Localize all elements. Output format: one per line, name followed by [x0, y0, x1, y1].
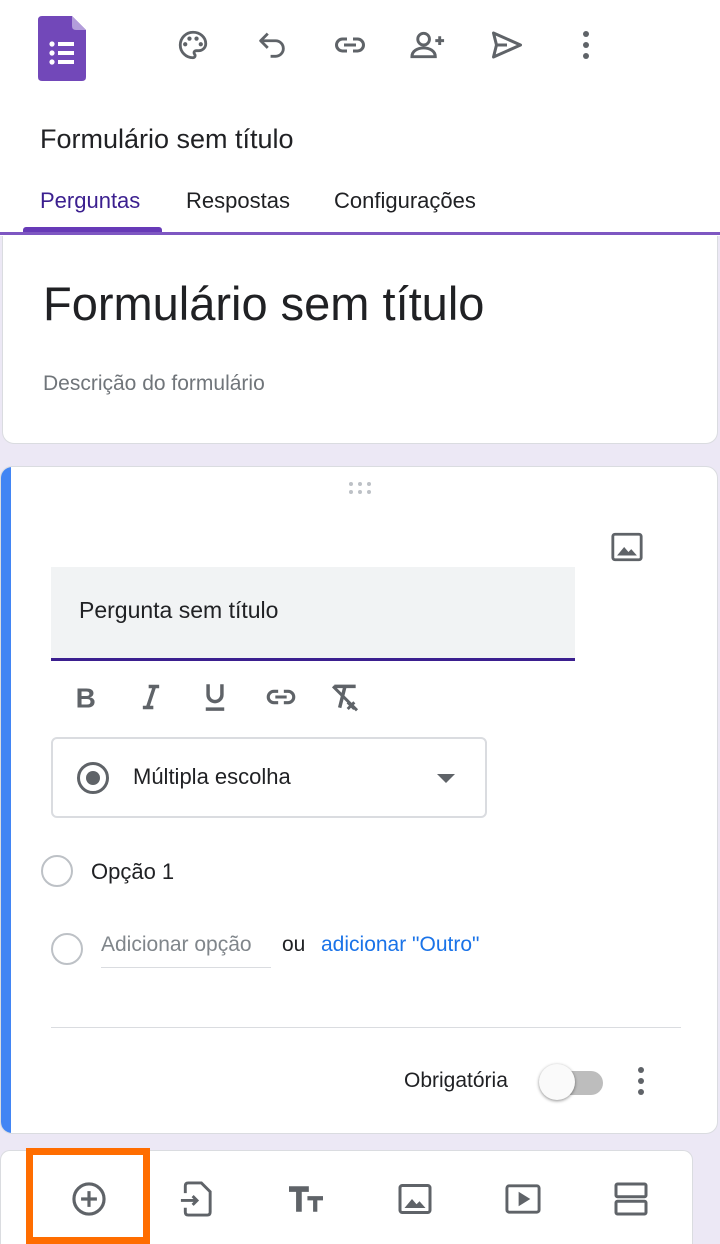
tab-perguntas[interactable]: Perguntas [40, 188, 140, 214]
undo-icon[interactable] [249, 22, 295, 68]
required-toggle-knob[interactable] [539, 1064, 575, 1100]
add-video-icon[interactable] [497, 1173, 549, 1225]
add-title-icon[interactable] [280, 1173, 332, 1225]
document-title[interactable]: Formulário sem título [40, 124, 294, 155]
tab-bar: Perguntas Respostas Configurações [0, 178, 720, 236]
question-more-icon[interactable] [625, 1063, 657, 1099]
add-image-icon[interactable] [607, 527, 647, 567]
radio-button-icon [77, 762, 109, 794]
question-card[interactable]: Pergunta sem título B Múltipla escolha O… [0, 466, 718, 1134]
required-label: Obrigatória [404, 1069, 508, 1092]
tab-configuracoes[interactable]: Configurações [334, 188, 476, 214]
insert-link-icon[interactable] [259, 677, 303, 717]
add-option-radio-icon [51, 933, 83, 965]
add-image-icon[interactable] [389, 1173, 441, 1225]
add-other-link[interactable]: adicionar "Outro" [321, 933, 479, 957]
bold-icon[interactable]: B [63, 677, 107, 717]
dropdown-arrow-icon [437, 774, 455, 783]
link-icon[interactable] [327, 22, 373, 68]
import-questions-icon[interactable] [171, 1173, 223, 1225]
option-radio-icon[interactable] [41, 855, 73, 887]
add-section-icon[interactable] [605, 1173, 657, 1225]
top-app-bar [0, 0, 720, 100]
highlight-box [26, 1148, 150, 1244]
palette-icon[interactable] [170, 22, 216, 68]
clear-formatting-icon[interactable] [323, 677, 367, 717]
form-description-field[interactable]: Descrição do formulário [43, 372, 265, 396]
underline-icon[interactable] [193, 677, 237, 717]
or-text: ou [282, 933, 306, 956]
add-collaborator-icon[interactable] [405, 22, 451, 68]
tabs-divider [0, 232, 720, 235]
question-type-label: Múltipla escolha [133, 764, 291, 789]
svg-text:B: B [76, 683, 96, 711]
question-title-input[interactable]: Pergunta sem título [51, 567, 575, 661]
form-header-card[interactable]: Formulário sem título Descrição do formu… [2, 236, 718, 444]
active-card-indicator [1, 467, 11, 1133]
question-type-dropdown[interactable]: Múltipla escolha [51, 737, 487, 818]
add-option-input[interactable]: Adicionar opção [101, 933, 271, 968]
send-icon[interactable] [484, 22, 530, 68]
more-vert-icon[interactable] [563, 22, 609, 68]
card-divider [51, 1027, 681, 1028]
drag-handle-icon[interactable] [346, 481, 378, 495]
italic-icon[interactable] [129, 677, 173, 717]
google-forms-icon[interactable] [38, 16, 86, 81]
option-1-label[interactable]: Opção 1 [91, 859, 174, 885]
tab-respostas[interactable]: Respostas [186, 188, 290, 214]
form-title[interactable]: Formulário sem título [43, 276, 484, 331]
question-title-text: Pergunta sem título [79, 597, 279, 623]
